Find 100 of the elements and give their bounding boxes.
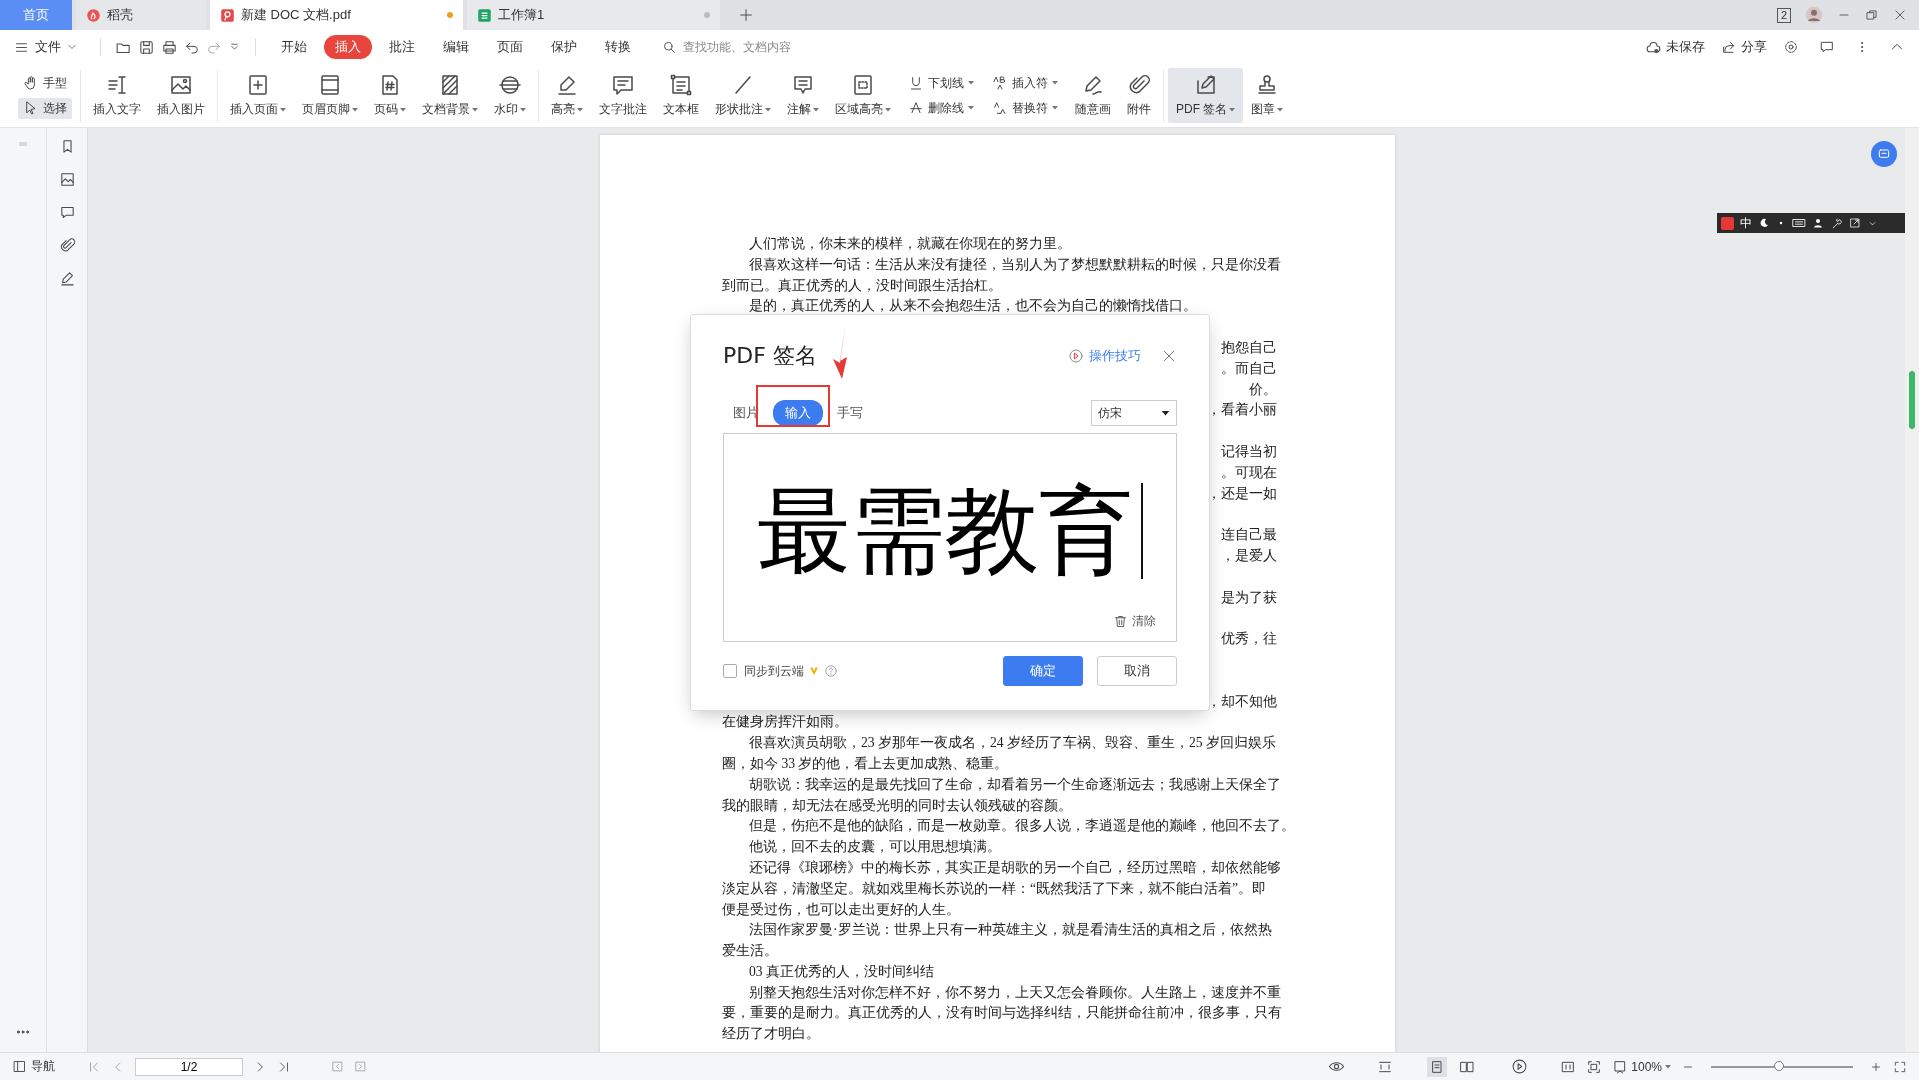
settings-icon[interactable] <box>1783 39 1799 55</box>
avatar-icon[interactable] <box>1805 6 1823 24</box>
text-line: 别整天抱怨生活对你怎样不好，你不努力，上天又怎会眷顾你。人生路上，速度并不重 <box>748 983 1281 1002</box>
toolbar-button[interactable]: 下划线 <box>903 72 979 94</box>
pdf-file-icon <box>220 7 235 23</box>
file-menu[interactable]: 文件 <box>35 38 61 56</box>
text-line: 便是受过伤，也可以走出更好的人生。 <box>722 900 960 919</box>
save-icon[interactable] <box>138 38 155 56</box>
caret-icon <box>1229 107 1236 112</box>
signature-input[interactable]: 最需教育 清除 <box>723 433 1177 642</box>
signature-tab[interactable]: 手写 <box>837 400 863 426</box>
clear-button[interactable]: 清除 <box>1107 612 1162 631</box>
signature-icon[interactable] <box>58 270 76 287</box>
search-field[interactable]: 查找功能、文档内容 <box>662 39 835 55</box>
input-mode[interactable]: 中 <box>1740 214 1752 232</box>
toolbar-button[interactable]: 页眉页脚 <box>294 68 366 123</box>
fullscreen-icon[interactable] <box>1893 1059 1907 1074</box>
toolbar-button[interactable]: 文档背景 <box>414 68 486 123</box>
menu-tab[interactable]: 页面 <box>486 35 534 59</box>
menu-tab[interactable]: 插入 <box>324 35 372 59</box>
wrench-icon[interactable] <box>1830 216 1843 230</box>
expand-icon[interactable] <box>1849 217 1861 229</box>
share-icon <box>1721 39 1737 55</box>
unsaved-status[interactable]: 未保存 <box>1666 38 1705 56</box>
close-icon[interactable] <box>1161 348 1177 364</box>
sync-checkbox[interactable] <box>723 664 737 678</box>
signature-tab[interactable]: 输入 <box>773 400 823 426</box>
page-field[interactable]: 1/2 <box>135 1057 243 1076</box>
toolbar-button[interactable]: 插入页面 <box>222 68 294 123</box>
keyboard-icon[interactable] <box>1792 216 1806 230</box>
tab[interactable]: 工作簿1 <box>467 0 720 30</box>
strikethrough-icon <box>908 100 924 116</box>
ime-logo-icon[interactable] <box>1721 216 1734 230</box>
window-count-button[interactable]: 2 <box>1776 7 1791 23</box>
dotted-box-icon <box>851 73 875 97</box>
font-select[interactable]: 仿宋 <box>1091 400 1177 426</box>
caret-icon <box>1665 1064 1671 1069</box>
toolbar-button[interactable]: 文字批注 <box>591 68 655 123</box>
comment-icon[interactable] <box>58 204 76 221</box>
toolbar-button[interactable]: 随意画 <box>1067 68 1119 123</box>
toolbar-button[interactable]: 区域高亮 <box>827 68 899 123</box>
toolbar-button[interactable]: 附件 <box>1119 68 1159 123</box>
toolbar-button[interactable]: 替换符 <box>987 97 1063 119</box>
toolbar-button[interactable]: 插入图片 <box>149 68 213 123</box>
print-icon[interactable] <box>161 38 178 56</box>
slider-thumb[interactable] <box>1774 1060 1785 1071</box>
caret-icon <box>885 107 891 112</box>
sync-label: 同步到云端 <box>744 662 804 680</box>
thumbnail-icon[interactable] <box>58 171 76 188</box>
text-fragment: 。而自己 <box>1221 359 1277 378</box>
menu-tab[interactable]: 批注 <box>378 35 426 59</box>
toolbar-button[interactable]: 选择 <box>18 97 72 119</box>
toolbar-button[interactable]: 文本框 <box>655 68 707 123</box>
toolbar-button[interactable]: 插入符 <box>987 72 1063 94</box>
fit-page-icon[interactable] <box>1586 1058 1603 1075</box>
toolbar-button[interactable]: 页码 <box>366 68 414 123</box>
highlighter-icon <box>555 73 579 97</box>
tab[interactable]: 新建 DOC 文档.pdf <box>210 0 463 30</box>
text-line: 在健身房挥汗如雨。 <box>722 713 848 732</box>
moon-icon[interactable] <box>1758 217 1770 229</box>
cancel-button[interactable]: 取消 <box>1097 656 1177 686</box>
user-icon[interactable] <box>1812 217 1824 229</box>
confirm-button[interactable]: 确定 <box>1003 656 1083 686</box>
tab[interactable]: 稻壳 <box>76 0 206 30</box>
caret-icon <box>1161 410 1170 416</box>
assistant-button[interactable] <box>1871 141 1897 167</box>
last-page-icon[interactable] <box>277 1059 291 1074</box>
toolbar-button[interactable]: 形状批注 <box>707 68 779 123</box>
zoom-level[interactable]: 100% <box>1631 1059 1662 1074</box>
toolbar-button[interactable]: 删除线 <box>903 97 979 119</box>
toolbar-button[interactable]: 插入文字 <box>85 68 149 123</box>
caret-icon <box>577 107 583 112</box>
menu-tab[interactable]: 转换 <box>594 35 642 59</box>
navigation-toggle[interactable]: 导航 <box>31 1058 55 1075</box>
toolbar-button[interactable]: 图章 <box>1243 68 1292 123</box>
trash-icon <box>1113 614 1128 629</box>
view-mode-button[interactable] <box>1427 1056 1448 1077</box>
paperclip-icon[interactable] <box>58 237 76 254</box>
scrollbar[interactable] <box>1905 128 1919 1052</box>
close-icon[interactable] <box>1893 8 1907 22</box>
toolbar-button[interactable]: 注解 <box>779 68 827 123</box>
menu-tab[interactable]: 编辑 <box>432 35 480 59</box>
text-line: 我的眼睛，却无法在感受光明的同时去认领残破的容颜。 <box>722 796 1072 815</box>
menu-tab[interactable]: 开始 <box>270 35 318 59</box>
caret-icon <box>765 107 771 112</box>
comment-icon[interactable] <box>1819 39 1835 55</box>
play-icon[interactable] <box>1511 1058 1529 1075</box>
toolbar-button[interactable]: 高亮 <box>543 68 591 123</box>
caret-icon <box>1052 81 1058 85</box>
text-fragment: 。可现在 <box>1221 463 1277 482</box>
menu-tab[interactable]: 保护 <box>540 35 588 59</box>
toolbar-button[interactable]: PDF 签名 <box>1168 68 1244 123</box>
text-line: 但是，伤疤不是他的缺陷，而是一枚勋章。很多人说，李逍遥是他的巅峰，他回不去了。 <box>748 817 1295 836</box>
restore-icon[interactable] <box>1865 8 1879 22</box>
share-button[interactable]: 分享 <box>1741 38 1767 56</box>
tips-link[interactable]: 操作技巧 <box>1089 347 1141 365</box>
toolbar-button[interactable]: 水印 <box>486 68 534 123</box>
text-line: 经历了才明白。 <box>722 1025 820 1044</box>
toolbar-button[interactable]: 手型 <box>18 72 72 94</box>
text-line: 他说，回不去的皮囊，可以用思想填满。 <box>748 838 1001 857</box>
